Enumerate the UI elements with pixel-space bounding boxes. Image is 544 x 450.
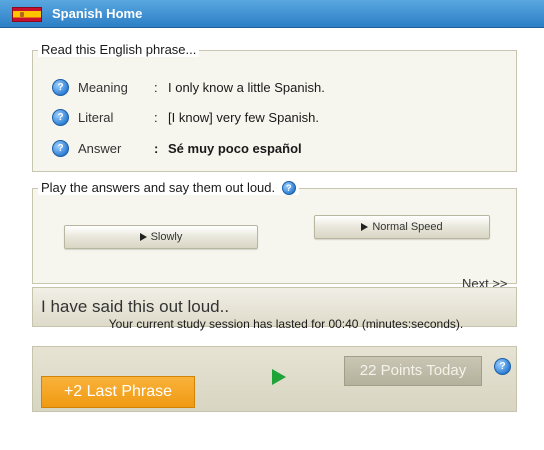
play-normal-label: Normal Speed [372,221,443,233]
header-title[interactable]: Spanish Home [52,6,142,21]
meaning-row: ? Meaning : I only know a little Spanish… [52,79,472,97]
meaning-value: I only know a little Spanish. [168,80,325,95]
play-icon [361,223,369,231]
play-icon[interactable] [272,369,286,385]
play-box-legend-text: Play the answers and say them out loud. [41,180,276,195]
last-phrase-button[interactable]: +2 Last Phrase [41,376,195,408]
play-icon [139,233,147,241]
help-icon[interactable]: ? [494,358,511,375]
play-slowly-label: Slowly [150,231,183,243]
phrase-box-legend: Read this English phrase... [38,42,200,57]
session-duration-text: Your current study session has lasted fo… [108,317,464,331]
meaning-colon: : [154,80,158,95]
literal-label: Literal [78,110,114,125]
answer-label: Answer [78,141,122,156]
said-out-loud-label: I have said this out loud.. [41,297,230,316]
literal-value: [I know] very few Spanish. [168,110,320,125]
answer-row: ? Answer : Sé muy poco español [52,140,472,158]
help-icon[interactable]: ? [52,140,69,157]
play-normal-button[interactable]: Normal Speed [314,215,490,239]
app-header: Spanish Home [0,0,544,28]
help-icon[interactable]: ? [52,79,69,96]
spain-flag-icon [12,7,42,22]
literal-row: ? Literal : [I know] very few Spanish. [52,109,472,127]
play-box-legend: Play the answers and say them out loud. … [38,180,299,195]
help-icon[interactable]: ? [281,181,296,195]
literal-colon: : [154,110,158,125]
answer-value: Sé muy poco español [168,141,302,156]
answer-colon: : [154,141,159,156]
meaning-label: Meaning [78,80,128,95]
points-today-badge: 22 Points Today [344,356,482,386]
help-icon[interactable]: ? [52,109,69,126]
play-slowly-button[interactable]: Slowly [64,225,258,249]
